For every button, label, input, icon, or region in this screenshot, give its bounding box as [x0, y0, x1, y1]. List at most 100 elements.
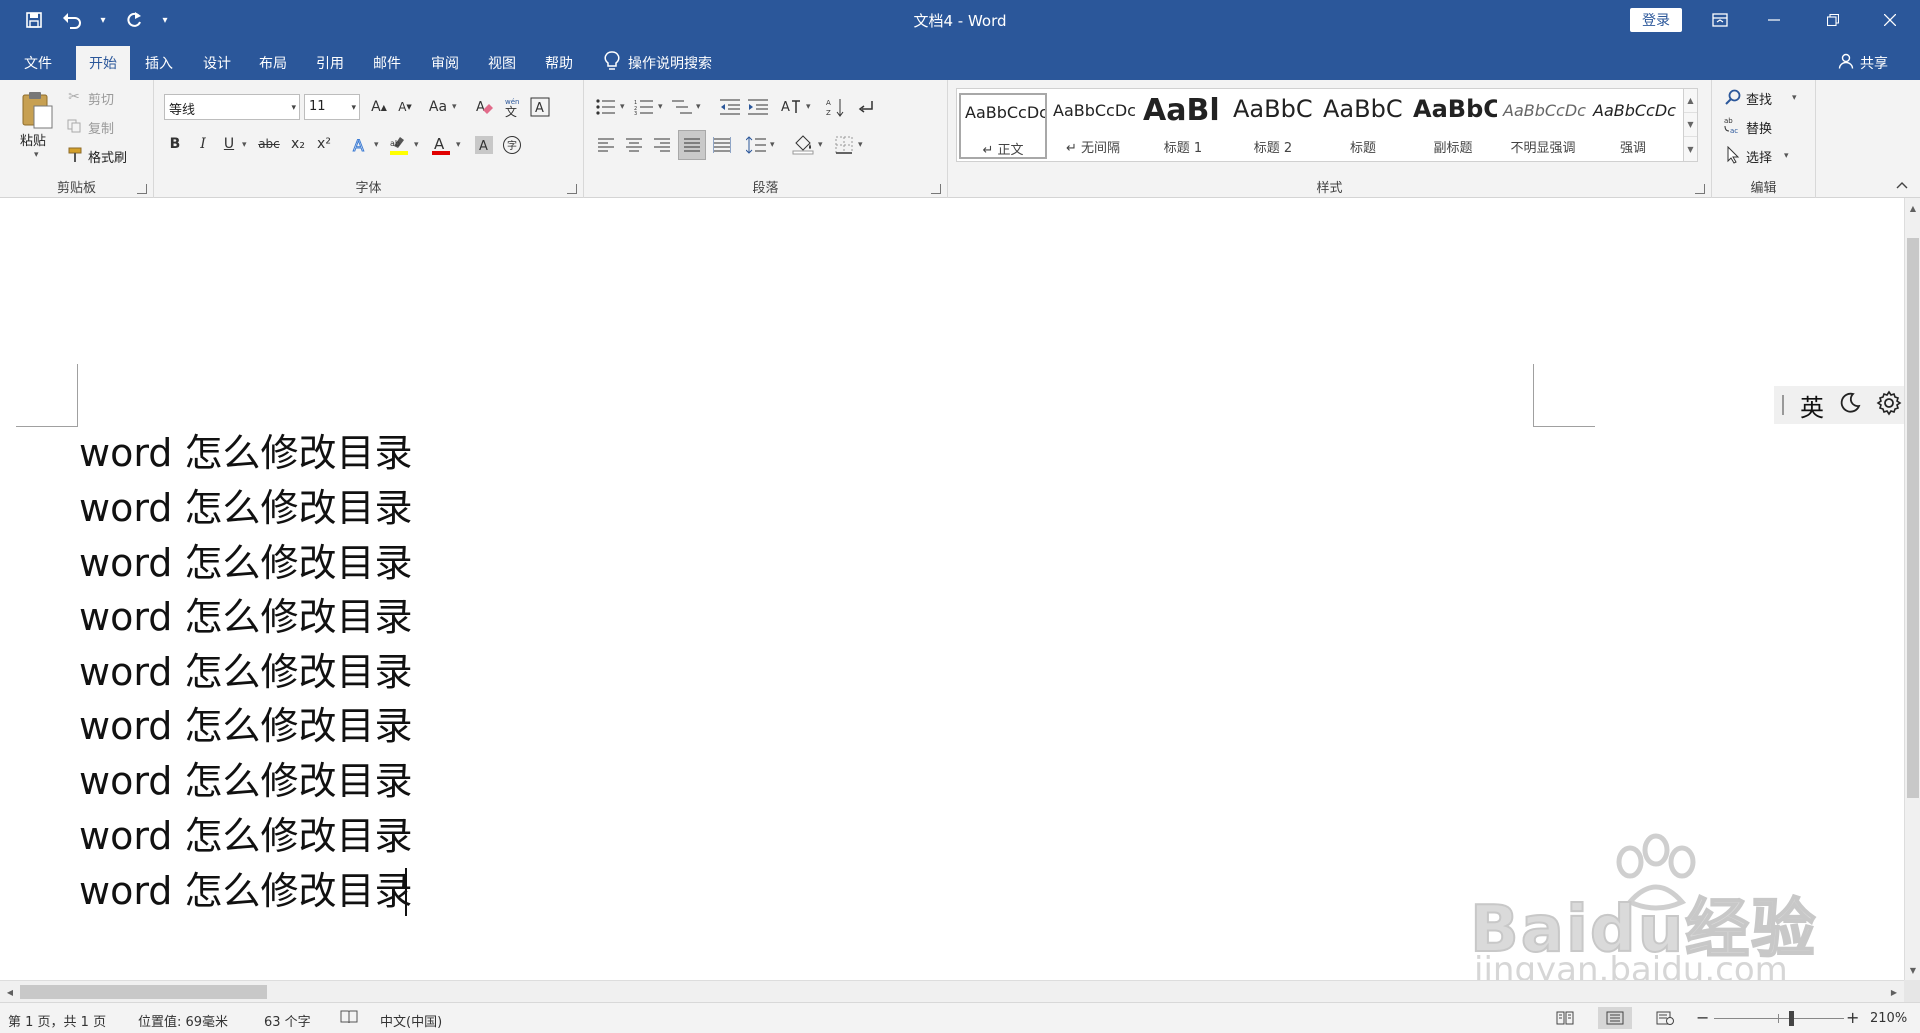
- font-color-dropdown-icon[interactable]: ▾: [456, 140, 461, 150]
- asian-layout-icon[interactable]: A: [778, 94, 804, 120]
- scroll-up-icon[interactable]: ▲: [1905, 200, 1920, 216]
- zoom-level[interactable]: 210%: [1870, 1011, 1907, 1026]
- login-button[interactable]: 登录: [1630, 8, 1682, 32]
- document-line[interactable]: word 怎么修改目录: [79, 699, 412, 754]
- tab-help[interactable]: 帮助: [536, 46, 582, 80]
- subscript-button[interactable]: x₂: [286, 132, 310, 156]
- shading-icon[interactable]: [790, 132, 816, 158]
- minimize-icon[interactable]: [1751, 0, 1797, 40]
- change-case-button[interactable]: Aa: [426, 94, 450, 120]
- style-heading-1[interactable]: AaBl 标题 1: [1139, 93, 1227, 159]
- font-name-combo[interactable]: 等线 ▾: [164, 94, 300, 120]
- italic-button[interactable]: I: [192, 132, 214, 156]
- format-painter-button[interactable]: 格式刷: [88, 147, 127, 166]
- sort-icon[interactable]: AZ: [824, 94, 848, 120]
- page-count[interactable]: 第 1 页，共 1 页: [8, 1011, 106, 1030]
- change-case-dropdown-icon[interactable]: ▾: [452, 102, 457, 112]
- scroll-left-icon[interactable]: ◀: [2, 984, 18, 1000]
- document-line[interactable]: word 怎么修改目录: [79, 536, 412, 591]
- style-normal[interactable]: AaBbCcDc ↵ 正文: [959, 93, 1047, 159]
- clipboard-dialog-launcher-icon[interactable]: [137, 184, 147, 194]
- scroll-right-icon[interactable]: ▶: [1886, 984, 1902, 1000]
- character-shading-icon[interactable]: A: [472, 132, 496, 158]
- style-subtle-emphasis[interactable]: AaBbCcDc 不明显强调: [1499, 93, 1587, 159]
- paragraph-dialog-launcher-icon[interactable]: [931, 184, 941, 194]
- style-subtitle[interactable]: AaBbC 副标题: [1409, 93, 1497, 159]
- underline-dropdown-icon[interactable]: ▾: [242, 140, 247, 150]
- share-button[interactable]: 共享: [1838, 46, 1888, 80]
- grow-font-icon[interactable]: A ▲: [368, 94, 390, 120]
- document-line[interactable]: word 怎么修改目录: [79, 481, 412, 536]
- document-line[interactable]: word 怎么修改目录: [79, 809, 412, 864]
- tab-review[interactable]: 审阅: [422, 46, 468, 80]
- vertical-scrollbar[interactable]: ▲ ▼: [1904, 198, 1920, 980]
- styles-dialog-launcher-icon[interactable]: [1695, 184, 1705, 194]
- cut-button[interactable]: 剪切: [88, 89, 114, 108]
- print-layout-icon[interactable]: [1598, 1007, 1632, 1029]
- align-center-icon[interactable]: [622, 132, 646, 158]
- style-emphasis[interactable]: AaBbCcDc 强调: [1589, 93, 1677, 159]
- numbering-icon[interactable]: 123: [632, 94, 656, 120]
- tab-layout[interactable]: 布局: [250, 46, 296, 80]
- highlight-icon[interactable]: ab: [386, 132, 412, 158]
- zoom-in-button[interactable]: +: [1846, 1008, 1859, 1027]
- line-spacing-dropdown-icon[interactable]: ▾: [770, 140, 775, 150]
- clear-formatting-icon[interactable]: A: [472, 94, 496, 120]
- align-right-icon[interactable]: [650, 132, 674, 158]
- tab-home[interactable]: 开始: [76, 46, 130, 80]
- font-color-icon[interactable]: A: [428, 132, 454, 158]
- vertical-scroll-thumb[interactable]: [1907, 238, 1919, 798]
- document-line[interactable]: word 怎么修改目录: [79, 426, 412, 481]
- proofing-icon[interactable]: [340, 1009, 358, 1029]
- justify-icon[interactable]: [678, 130, 706, 160]
- numbering-dropdown-icon[interactable]: ▾: [658, 102, 663, 112]
- paste-icon[interactable]: [18, 88, 58, 132]
- horizontal-scrollbar[interactable]: ◀ ▶: [0, 980, 1904, 1002]
- strikethrough-button[interactable]: abc: [254, 132, 284, 156]
- align-left-icon[interactable]: [594, 132, 618, 158]
- multilevel-list-icon[interactable]: [670, 94, 694, 120]
- replace-button[interactable]: 替换: [1746, 118, 1772, 137]
- tab-mailings[interactable]: 邮件: [364, 46, 410, 80]
- gallery-up-icon[interactable]: ▲: [1684, 89, 1697, 113]
- style-no-spacing[interactable]: AaBbCcDc ↵ 无间隔: [1049, 93, 1137, 159]
- document-line[interactable]: word 怎么修改目录: [79, 754, 412, 809]
- font-size-combo[interactable]: 11 ▾: [304, 94, 360, 120]
- font-dialog-launcher-icon[interactable]: [567, 184, 577, 194]
- word-count[interactable]: 63 个字: [264, 1011, 311, 1030]
- tab-design[interactable]: 设计: [194, 46, 240, 80]
- document-line[interactable]: word 怎么修改目录: [79, 590, 412, 645]
- superscript-button[interactable]: x²: [312, 132, 336, 156]
- select-dropdown-icon[interactable]: ▾: [1784, 151, 1789, 161]
- restore-icon[interactable]: [1810, 0, 1856, 40]
- multilevel-dropdown-icon[interactable]: ▾: [696, 102, 701, 112]
- borders-icon[interactable]: [832, 132, 856, 158]
- collapse-ribbon-icon[interactable]: [1894, 178, 1910, 192]
- document-line[interactable]: word 怎么修改目录: [79, 864, 412, 919]
- copy-button[interactable]: 复制: [88, 118, 114, 137]
- increase-indent-icon[interactable]: [746, 94, 770, 120]
- bold-button[interactable]: B: [164, 132, 186, 156]
- bullets-dropdown-icon[interactable]: ▾: [620, 102, 625, 112]
- gear-icon[interactable]: [1876, 390, 1902, 420]
- zoom-slider-thumb[interactable]: [1789, 1011, 1794, 1026]
- document-line[interactable]: word 怎么修改目录: [79, 645, 412, 700]
- read-mode-icon[interactable]: [1550, 1007, 1580, 1029]
- shading-dropdown-icon[interactable]: ▾: [818, 140, 823, 150]
- highlight-dropdown-icon[interactable]: ▾: [414, 140, 419, 150]
- web-layout-icon[interactable]: [1650, 1007, 1680, 1029]
- show-formatting-marks-icon[interactable]: [854, 94, 878, 120]
- shrink-font-icon[interactable]: A ▼: [394, 94, 416, 120]
- asian-layout-dropdown-icon[interactable]: ▾: [806, 102, 811, 112]
- character-border-icon[interactable]: A: [528, 94, 552, 120]
- find-button[interactable]: 查找: [1746, 89, 1772, 108]
- select-button[interactable]: 选择: [1746, 147, 1772, 166]
- enclose-characters-icon[interactable]: 字: [500, 132, 524, 158]
- distributed-icon[interactable]: [710, 132, 734, 158]
- find-dropdown-icon[interactable]: ▾: [1792, 93, 1797, 103]
- gallery-down-icon[interactable]: ▼: [1684, 113, 1697, 137]
- decrease-indent-icon[interactable]: [718, 94, 742, 120]
- ime-mode-toggle[interactable]: 英: [1800, 388, 1824, 423]
- text-effects-dropdown-icon[interactable]: ▾: [374, 140, 379, 150]
- close-icon[interactable]: [1867, 0, 1913, 40]
